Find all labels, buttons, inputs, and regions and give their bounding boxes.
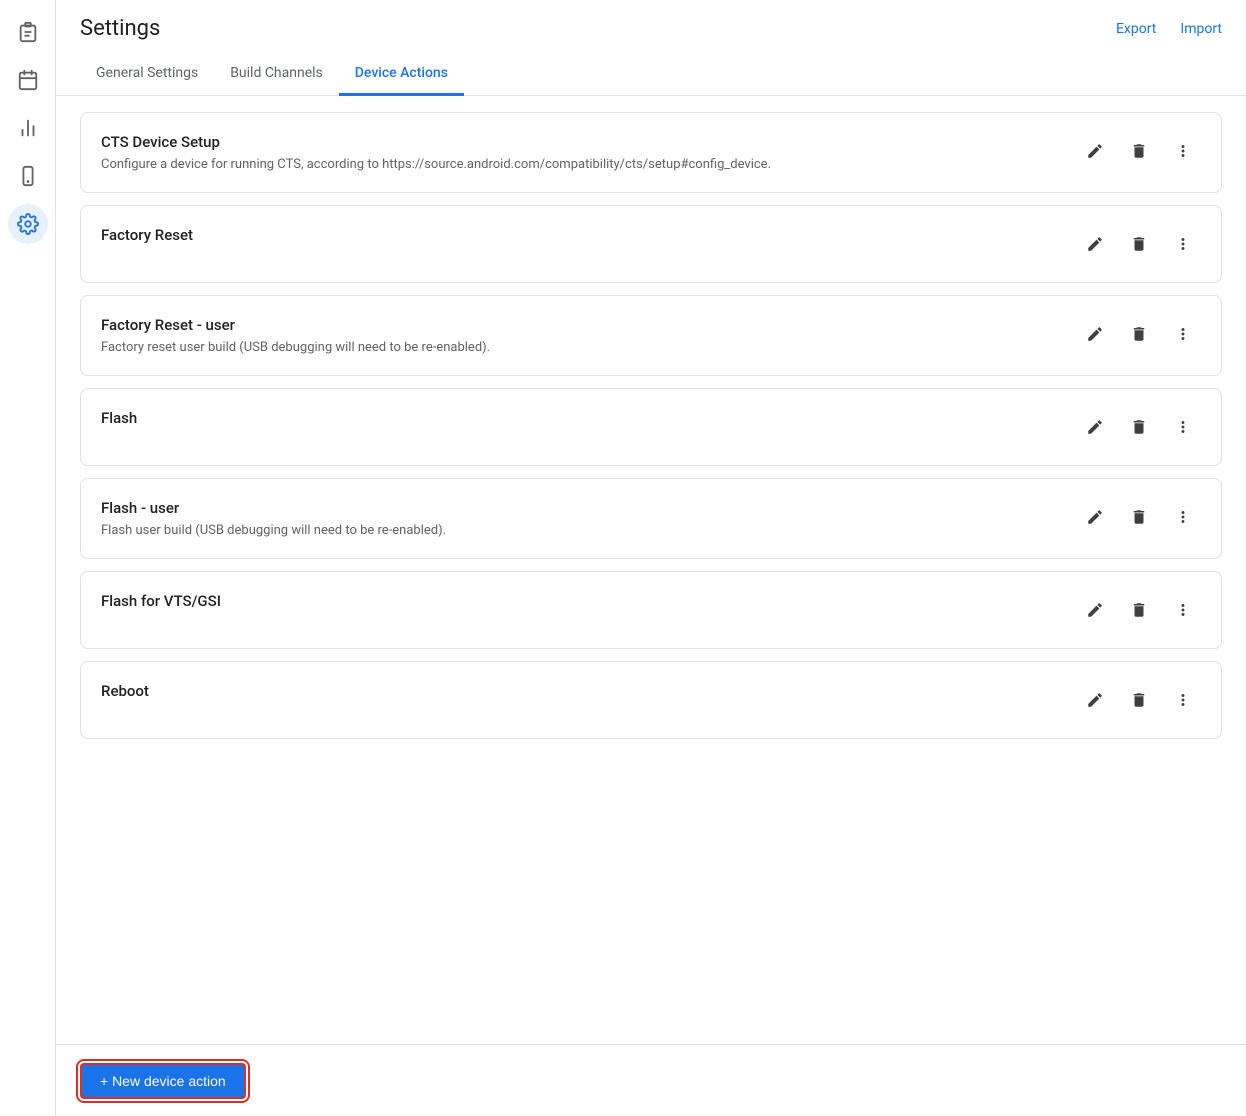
more-button[interactable] bbox=[1165, 133, 1201, 169]
edit-button[interactable] bbox=[1077, 409, 1113, 445]
action-card-content: Factory Reset bbox=[101, 226, 1061, 250]
edit-button[interactable] bbox=[1077, 226, 1113, 262]
action-card-content: CTS Device Setup Configure a device for … bbox=[101, 133, 1061, 172]
action-card-flash-user: Flash - user Flash user build (USB debug… bbox=[80, 478, 1222, 559]
sidebar-item-calendar[interactable] bbox=[8, 60, 48, 100]
action-card-content: Factory Reset - user Factory reset user … bbox=[101, 316, 1061, 355]
action-card-cts-device-setup: CTS Device Setup Configure a device for … bbox=[80, 112, 1222, 193]
action-description: Flash user build (USB debugging will nee… bbox=[101, 523, 1061, 538]
more-button[interactable] bbox=[1165, 592, 1201, 628]
edit-button[interactable] bbox=[1077, 316, 1113, 352]
more-button[interactable] bbox=[1165, 226, 1201, 262]
page-header: Settings Export Import bbox=[56, 0, 1246, 41]
action-buttons bbox=[1077, 499, 1201, 535]
bottom-bar: + New device action bbox=[56, 1044, 1246, 1116]
more-button[interactable] bbox=[1165, 499, 1201, 535]
sidebar-item-device[interactable] bbox=[8, 156, 48, 196]
edit-button[interactable] bbox=[1077, 592, 1113, 628]
delete-button[interactable] bbox=[1121, 592, 1157, 628]
more-button[interactable] bbox=[1165, 409, 1201, 445]
tab-general-settings[interactable]: General Settings bbox=[80, 53, 214, 96]
action-description: Factory reset user build (USB debugging … bbox=[101, 340, 1061, 355]
edit-button[interactable] bbox=[1077, 499, 1113, 535]
tab-build-channels[interactable]: Build Channels bbox=[214, 53, 339, 96]
action-description: Configure a device for running CTS, acco… bbox=[101, 157, 1061, 172]
tab-device-actions[interactable]: Device Actions bbox=[339, 53, 464, 96]
edit-button[interactable] bbox=[1077, 682, 1113, 718]
main-content: Settings Export Import General Settings … bbox=[56, 0, 1246, 1116]
action-title: Flash for VTS/GSI bbox=[101, 592, 1061, 610]
action-card-flash: Flash bbox=[80, 388, 1222, 466]
delete-button[interactable] bbox=[1121, 133, 1157, 169]
more-button[interactable] bbox=[1165, 682, 1201, 718]
sidebar bbox=[0, 0, 56, 1116]
delete-button[interactable] bbox=[1121, 226, 1157, 262]
sidebar-item-chart[interactable] bbox=[8, 108, 48, 148]
sidebar-item-clipboard[interactable] bbox=[8, 12, 48, 52]
action-title: Reboot bbox=[101, 682, 1061, 700]
export-link[interactable]: Export bbox=[1116, 21, 1156, 37]
action-buttons bbox=[1077, 316, 1201, 352]
action-card-reboot: Reboot bbox=[80, 661, 1222, 739]
delete-button[interactable] bbox=[1121, 316, 1157, 352]
tabs-bar: General Settings Build Channels Device A… bbox=[56, 53, 1246, 96]
action-title: Factory Reset bbox=[101, 226, 1061, 244]
action-buttons bbox=[1077, 133, 1201, 169]
delete-button[interactable] bbox=[1121, 409, 1157, 445]
new-device-action-button[interactable]: + New device action bbox=[80, 1063, 246, 1099]
edit-button[interactable] bbox=[1077, 133, 1113, 169]
sidebar-item-settings[interactable] bbox=[8, 204, 48, 244]
action-title: Factory Reset - user bbox=[101, 316, 1061, 334]
action-buttons bbox=[1077, 409, 1201, 445]
more-button[interactable] bbox=[1165, 316, 1201, 352]
action-card-factory-reset-user: Factory Reset - user Factory reset user … bbox=[80, 295, 1222, 376]
action-card-content: Flash for VTS/GSI bbox=[101, 592, 1061, 616]
action-card-content: Flash - user Flash user build (USB debug… bbox=[101, 499, 1061, 538]
action-card-content: Flash bbox=[101, 409, 1061, 433]
action-buttons bbox=[1077, 592, 1201, 628]
action-card-flash-vts-gsi: Flash for VTS/GSI bbox=[80, 571, 1222, 649]
action-card-content: Reboot bbox=[101, 682, 1061, 706]
action-title: CTS Device Setup bbox=[101, 133, 1061, 151]
action-title: Flash bbox=[101, 409, 1061, 427]
page-title: Settings bbox=[80, 16, 160, 41]
action-buttons bbox=[1077, 226, 1201, 262]
action-buttons bbox=[1077, 682, 1201, 718]
delete-button[interactable] bbox=[1121, 499, 1157, 535]
content-area: CTS Device Setup Configure a device for … bbox=[56, 96, 1246, 1116]
action-card-factory-reset: Factory Reset bbox=[80, 205, 1222, 283]
delete-button[interactable] bbox=[1121, 682, 1157, 718]
import-link[interactable]: Import bbox=[1180, 21, 1222, 37]
action-title: Flash - user bbox=[101, 499, 1061, 517]
header-actions: Export Import bbox=[1116, 21, 1222, 37]
